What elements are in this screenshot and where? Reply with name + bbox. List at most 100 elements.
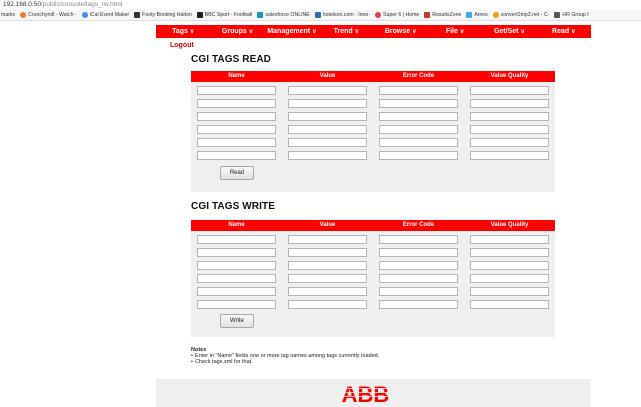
bookmark-item[interactable]: Ames <box>466 12 488 18</box>
read-value-field[interactable] <box>288 99 367 108</box>
write-value-field[interactable] <box>288 248 367 257</box>
nav-item-trend[interactable]: Trend ∨ <box>319 25 373 38</box>
ames-icon <box>466 12 473 18</box>
write-value-field[interactable] <box>288 235 367 244</box>
read-error-code-field[interactable] <box>379 112 458 121</box>
bookmark-item[interactable]: marks <box>1 12 15 18</box>
write-name-field[interactable] <box>197 248 276 257</box>
bookmark-item[interactable]: Super 6 | Home <box>375 12 419 18</box>
read-value-quality-field[interactable] <box>470 86 549 95</box>
write-value-quality-field[interactable] <box>470 300 549 309</box>
bookmark-label: convert2mp3.net - C· <box>500 12 550 18</box>
read-error-code-field[interactable] <box>379 151 458 160</box>
write-error-code-field[interactable] <box>379 274 458 283</box>
read-value-quality-field[interactable] <box>470 138 549 147</box>
bookmark-label: marks <box>1 12 16 18</box>
read-name-field[interactable] <box>197 125 276 134</box>
write-name-field[interactable] <box>197 261 276 270</box>
logout-link[interactable]: Logout <box>170 42 194 49</box>
write-name-field[interactable] <box>197 287 276 296</box>
table-row <box>197 248 549 259</box>
table-row <box>197 287 549 298</box>
table-row <box>197 300 549 311</box>
read-error-code-field[interactable] <box>379 125 458 134</box>
bookmark-label: ResultsZone <box>432 12 462 18</box>
read-name-field[interactable] <box>197 138 276 147</box>
chevron-down-icon: ∨ <box>571 29 576 35</box>
read-error-code-field[interactable] <box>379 138 458 147</box>
read-name-field[interactable] <box>197 99 276 108</box>
nav-item-management[interactable]: Management ∨ <box>265 25 319 38</box>
read-value-field[interactable] <box>288 138 367 147</box>
nav-item-file[interactable]: File ∨ <box>428 25 482 38</box>
bookmark-label: Crunchyroll - Watch · <box>28 12 77 18</box>
bookmark-label: salesforce ONLINE <box>265 12 310 18</box>
write-value-quality-field[interactable] <box>470 248 549 257</box>
chevron-down-icon: ∨ <box>459 29 465 35</box>
read-name-field[interactable] <box>197 112 276 121</box>
bookmark-label: Footy Booking Halton <box>142 12 192 18</box>
write-name-field[interactable] <box>197 274 276 283</box>
read-value-quality-field[interactable] <box>470 125 549 134</box>
write-error-code-field[interactable] <box>379 261 458 270</box>
write-name-field[interactable] <box>197 235 276 244</box>
write-column-header: Name <box>228 222 245 228</box>
read-value-quality-field[interactable] <box>470 112 549 121</box>
write-name-field[interactable] <box>197 300 276 309</box>
read-name-field[interactable] <box>197 86 276 95</box>
write-value-field[interactable] <box>288 274 367 283</box>
read-value-field[interactable] <box>288 151 367 160</box>
read-name-field[interactable] <box>197 151 276 160</box>
bookmark-item[interactable]: ResultsZone <box>424 12 461 18</box>
bookmark-item[interactable]: salesforce ONLINE <box>257 12 310 18</box>
write-value-field[interactable] <box>288 261 367 270</box>
read-value-quality-field[interactable] <box>470 99 549 108</box>
bookmark-item[interactable]: Footy Booking Halton <box>134 12 192 18</box>
write-error-code-field[interactable] <box>379 287 458 296</box>
bookmark-item[interactable]: convert2mp3.net - C· <box>492 12 550 18</box>
read-value-field[interactable] <box>288 112 367 121</box>
read-error-code-field[interactable] <box>379 86 458 95</box>
write-button[interactable]: Write <box>220 314 254 328</box>
address-bar[interactable]: 192.168.0.50/public/console/tags_rw.html <box>0 0 641 10</box>
nav-item-browse[interactable]: Browse ∨ <box>374 25 428 38</box>
resultszone-icon <box>424 12 431 18</box>
bookmark-label: hotelson.com - Inno· <box>322 12 371 18</box>
chevron-down-icon: ∨ <box>312 29 317 35</box>
read-error-code-field[interactable] <box>379 99 458 108</box>
read-value-quality-field[interactable] <box>470 151 549 160</box>
nav-item-label: Read <box>552 28 570 35</box>
read-value-field[interactable] <box>288 86 367 95</box>
convert-icon <box>492 12 499 18</box>
notes: Notes Enter in "Name" fields one or more… <box>191 347 379 366</box>
svg-text:ABB: ABB <box>342 383 390 405</box>
nav-item-groups[interactable]: Groups ∨ <box>210 25 264 38</box>
bookmark-item[interactable]: hotelson.com - Inno· <box>314 12 371 18</box>
write-error-code-field[interactable] <box>379 248 458 257</box>
write-value-quality-field[interactable] <box>470 235 549 244</box>
nav-item-read[interactable]: Read ∨ <box>537 25 591 38</box>
bookmark-item[interactable]: iCal Event Maker <box>81 12 129 18</box>
write-value-field[interactable] <box>288 300 367 309</box>
nav-item-get-set[interactable]: Get/Set ∨ <box>482 25 536 38</box>
bbc-icon <box>196 12 203 18</box>
table-row <box>197 274 549 285</box>
write-value-quality-field[interactable] <box>470 274 549 283</box>
write-error-code-field[interactable] <box>379 235 458 244</box>
write-value-quality-field[interactable] <box>470 261 549 270</box>
hr-icon <box>554 12 561 18</box>
read-value-field[interactable] <box>288 125 367 134</box>
nav-item-tags[interactable]: Tags ∨ <box>156 25 210 38</box>
chevron-down-icon: ∨ <box>354 29 360 35</box>
read-table-header: Name Value Error Code Value Quality <box>191 71 555 82</box>
bookmark-item[interactable]: Crunchyroll - Watch · <box>20 12 77 18</box>
write-value-quality-field[interactable] <box>470 287 549 296</box>
chevron-down-icon: ∨ <box>412 29 417 35</box>
write-value-field[interactable] <box>288 287 367 296</box>
read-button[interactable]: Read <box>220 166 254 180</box>
bookmark-item[interactable]: HR Group I <box>554 12 589 18</box>
bookmark-item[interactable]: BBC Sport - Football <box>196 12 252 18</box>
write-column-header: Value Quality <box>490 222 529 228</box>
write-error-code-field[interactable] <box>379 300 458 309</box>
nav-item-label: File <box>445 28 458 35</box>
